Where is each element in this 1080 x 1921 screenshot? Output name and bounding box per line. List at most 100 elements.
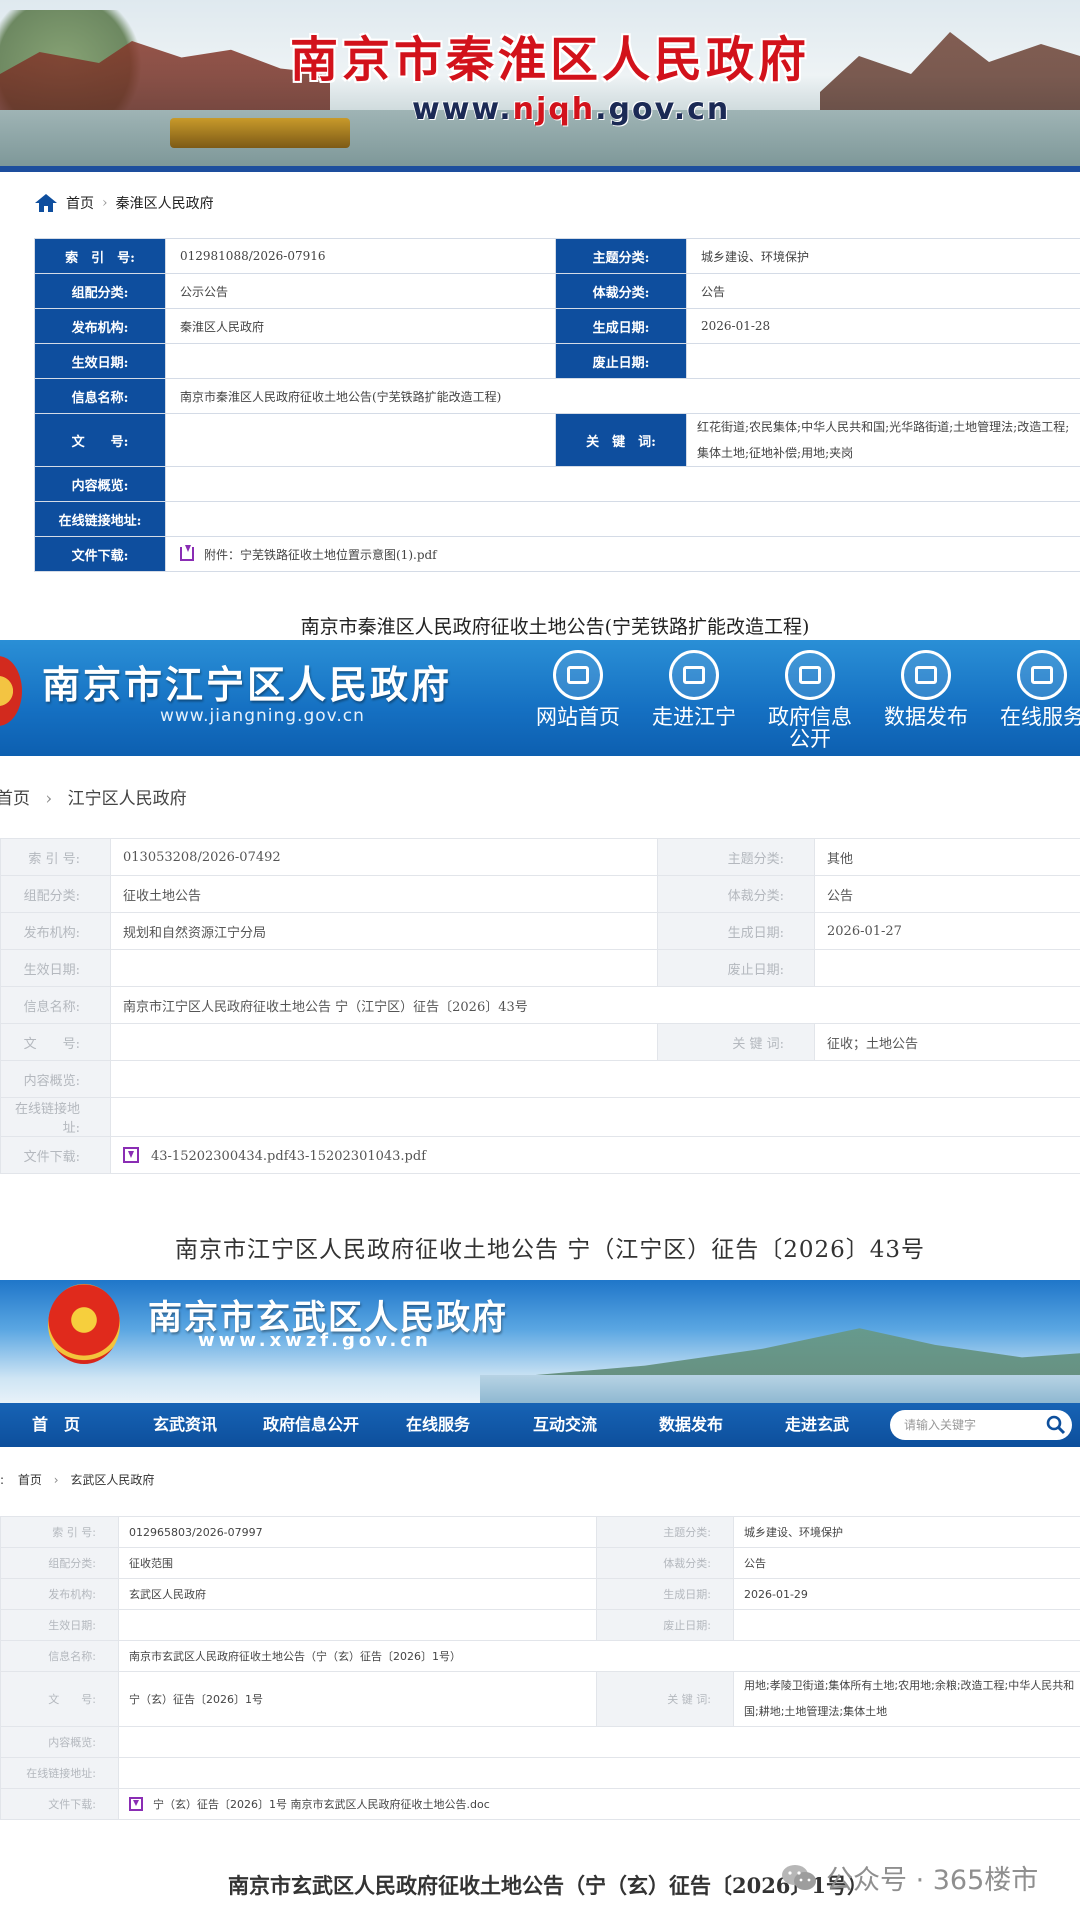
info-table: 索 引 号: 012965803/2026-07997 主题分类: 城乡建设、环… (0, 1516, 1080, 1820)
search-input[interactable] (890, 1410, 1072, 1440)
table-row: 组配分类: 征收范围 体裁分类: 公告 (0, 1547, 1080, 1579)
nav-gov-info[interactable]: 政府信息公开 (263, 1403, 359, 1447)
value-subject: 其他 (814, 838, 1080, 876)
qinhuai-page: 南京市秦淮区人民政府 www.njqh.gov.cn 首页 › 秦淮区人民政府 … (0, 0, 1080, 640)
home-icon[interactable] (34, 193, 58, 213)
label-index-no: 索 引 号: (34, 238, 166, 274)
nav-online-service[interactable]: 在线服务 (984, 640, 1080, 756)
nav-online-service[interactable]: 在线服务 (406, 1403, 470, 1447)
nav-label: 网站首页 (536, 705, 620, 729)
table-row: 内容概览: (0, 1060, 1080, 1098)
watermark: 公众号 · 365楼市 (780, 1858, 1038, 1897)
download-icon[interactable] (129, 1797, 143, 1811)
table-row: 索 引 号: 013053208/2026-07492 主题分类: 其他 (0, 838, 1080, 876)
table-row: 发布机构: 玄武区人民政府 生成日期: 2026-01-29 (0, 1578, 1080, 1610)
table-row: 索 引 号: 012981088/2026-07916 主题分类: 城乡建设、环… (34, 238, 1080, 274)
main-nav: 首 页 玄武资讯 政府信息公开 在线服务 互动交流 数据发布 走进玄武 (0, 1403, 1080, 1447)
breadcrumb-current[interactable]: 玄武区人民政府 (70, 1473, 154, 1487)
label-keywords: 关 键 词: (555, 413, 687, 467)
breadcrumb: 首页 › 秦淮区人民政府 (34, 193, 214, 213)
xuanwu-banner: 南京市玄武区人民政府 www.xwzf.gov.cn (0, 1280, 1080, 1403)
value-doc-no (110, 1023, 658, 1061)
label-summary: 内容概览: (0, 1060, 111, 1098)
breadcrumb: 首页 › 江宁区人民政府 (0, 784, 187, 809)
label-created-date: 生成日期: (555, 308, 687, 344)
label-expiry-date: 废止日期: (596, 1609, 734, 1641)
wechat-icon (782, 1864, 816, 1890)
label-subject: 主题分类: (596, 1516, 734, 1548)
nav-label: 走进江宁 (652, 705, 736, 729)
breadcrumb-current[interactable]: 秦淮区人民政府 (116, 193, 214, 213)
value-info-name: 南京市江宁区人民政府征收土地公告 宁（江宁区）征告〔2026〕43号 (110, 986, 1080, 1024)
value-genre: 公告 (733, 1547, 1080, 1579)
label-index-no: 索 引 号: (0, 838, 111, 876)
download-link[interactable]: 宁（玄）征告〔2026〕1号 南京市玄武区人民政府征收土地公告.doc (153, 1798, 490, 1811)
label-effective-date: 生效日期: (0, 1609, 119, 1641)
value-org-category: 征收范围 (118, 1547, 597, 1579)
value-expiry-date (686, 343, 1080, 379)
qinhuai-banner: 南京市秦淮区人民政府 www.njqh.gov.cn (0, 0, 1080, 168)
value-effective-date (165, 343, 556, 379)
breadcrumb-separator: › (45, 789, 53, 809)
label-genre: 体裁分类: (555, 273, 687, 309)
nav-about[interactable]: 走进玄武 (785, 1403, 849, 1447)
jiangning-page: 南京市江宁区人民政府 www.jiangning.gov.cn 网站首页 走进江… (0, 640, 1080, 1280)
table-row: 文件下载: 宁（玄）征告〔2026〕1号 南京市玄武区人民政府征收土地公告.do… (0, 1788, 1080, 1820)
value-genre: 公告 (686, 273, 1080, 309)
table-row: 内容概览: (0, 1726, 1080, 1758)
label-info-name: 信息名称: (0, 986, 111, 1024)
label-expiry-date: 废止日期: (657, 949, 815, 987)
breadcrumb-home[interactable]: 首页 (18, 1473, 42, 1487)
national-emblem-icon (0, 656, 22, 726)
download-icon[interactable] (180, 544, 194, 561)
value-info-name: 南京市玄武区人民政府征收土地公告（宁（玄）征告〔2026〕1号） (118, 1640, 1080, 1672)
value-org-category: 征收土地公告 (110, 875, 658, 913)
value-doc-no: 宁（玄）征告〔2026〕1号 (118, 1671, 597, 1727)
label-subject: 主题分类: (555, 238, 687, 274)
label-download: 文件下载: (34, 536, 166, 572)
value-keywords: 红花街道;农民集体;中华人民共和国;光华路街道;土地管理法;改造工程;集体土地;… (686, 413, 1080, 467)
site-url[interactable]: www.xwzf.gov.cn (198, 1330, 432, 1351)
site-url[interactable]: www.jiangning.gov.cn (160, 706, 365, 726)
value-publisher: 玄武区人民政府 (118, 1578, 597, 1610)
breadcrumb-home[interactable]: 首页 (0, 789, 30, 809)
document-title: 南京市江宁区人民政府征收土地公告 宁（江宁区）征告〔2026〕43号 (174, 1237, 926, 1263)
nav-news[interactable]: 玄武资讯 (153, 1403, 217, 1447)
value-created-date: 2026-01-28 (686, 308, 1080, 344)
value-publisher: 秦淮区人民政府 (165, 308, 556, 344)
label-created-date: 生成日期: (657, 912, 815, 950)
value-index-no: 012981088/2026-07916 (165, 238, 556, 274)
breadcrumb-current[interactable]: 江宁区人民政府 (68, 789, 187, 809)
nav-about[interactable]: 走进江宁 (636, 640, 752, 756)
nav-interaction[interactable]: 互动交流 (533, 1403, 597, 1447)
download-link[interactable]: 附件：宁芜铁路征收土地位置示意图(1).pdf (204, 548, 437, 562)
value-doc-no (165, 413, 556, 467)
nav-home[interactable]: 首 页 (32, 1403, 80, 1447)
info-table: 索 引 号: 013053208/2026-07492 主题分类: 其他 组配分… (0, 838, 1080, 1174)
label-genre: 体裁分类: (657, 875, 815, 913)
value-org-category: 公示公告 (165, 273, 556, 309)
label-link: 在线链接地址: (34, 501, 166, 537)
breadcrumb-home[interactable]: 首页 (66, 193, 94, 213)
site-url[interactable]: www.njqh.gov.cn (412, 92, 730, 127)
value-keywords: 征收；土地公告 (814, 1023, 1080, 1061)
table-row: 文 号: 宁（玄）征告〔2026〕1号 关 键 词: 用地;孝陵卫街道;集体所有… (0, 1671, 1080, 1727)
table-row: 生效日期: 废止日期: (0, 1609, 1080, 1641)
download-icon[interactable] (123, 1146, 139, 1163)
jiangning-banner: 南京市江宁区人民政府 www.jiangning.gov.cn 网站首页 走进江… (0, 640, 1080, 756)
download-cell: 宁（玄）征告〔2026〕1号 南京市玄武区人民政府征收土地公告.doc (118, 1788, 1080, 1820)
search-icon[interactable] (1046, 1415, 1066, 1435)
nav-label: 在线服务 (1000, 705, 1080, 729)
value-keywords: 用地;孝陵卫街道;集体所有土地;农用地;余粮;改造工程;中华人民共和国;耕地;土… (733, 1671, 1080, 1727)
newspaper-icon (669, 650, 719, 700)
nav-gov-info[interactable]: 政府信息公开 (752, 640, 868, 756)
value-summary (165, 466, 1080, 502)
download-link[interactable]: 43-15202300434.pdf43-15202301043.pdf (151, 1149, 426, 1164)
nav-home[interactable]: 网站首页 (520, 640, 636, 756)
label-link: 在线链接地址: (0, 1097, 111, 1137)
value-expiry-date (814, 949, 1080, 987)
nav-data[interactable]: 数据发布 (659, 1403, 723, 1447)
nav-data[interactable]: 数据发布 (868, 640, 984, 756)
value-effective-date (118, 1609, 597, 1641)
label-publisher: 发布机构: (0, 1578, 119, 1610)
